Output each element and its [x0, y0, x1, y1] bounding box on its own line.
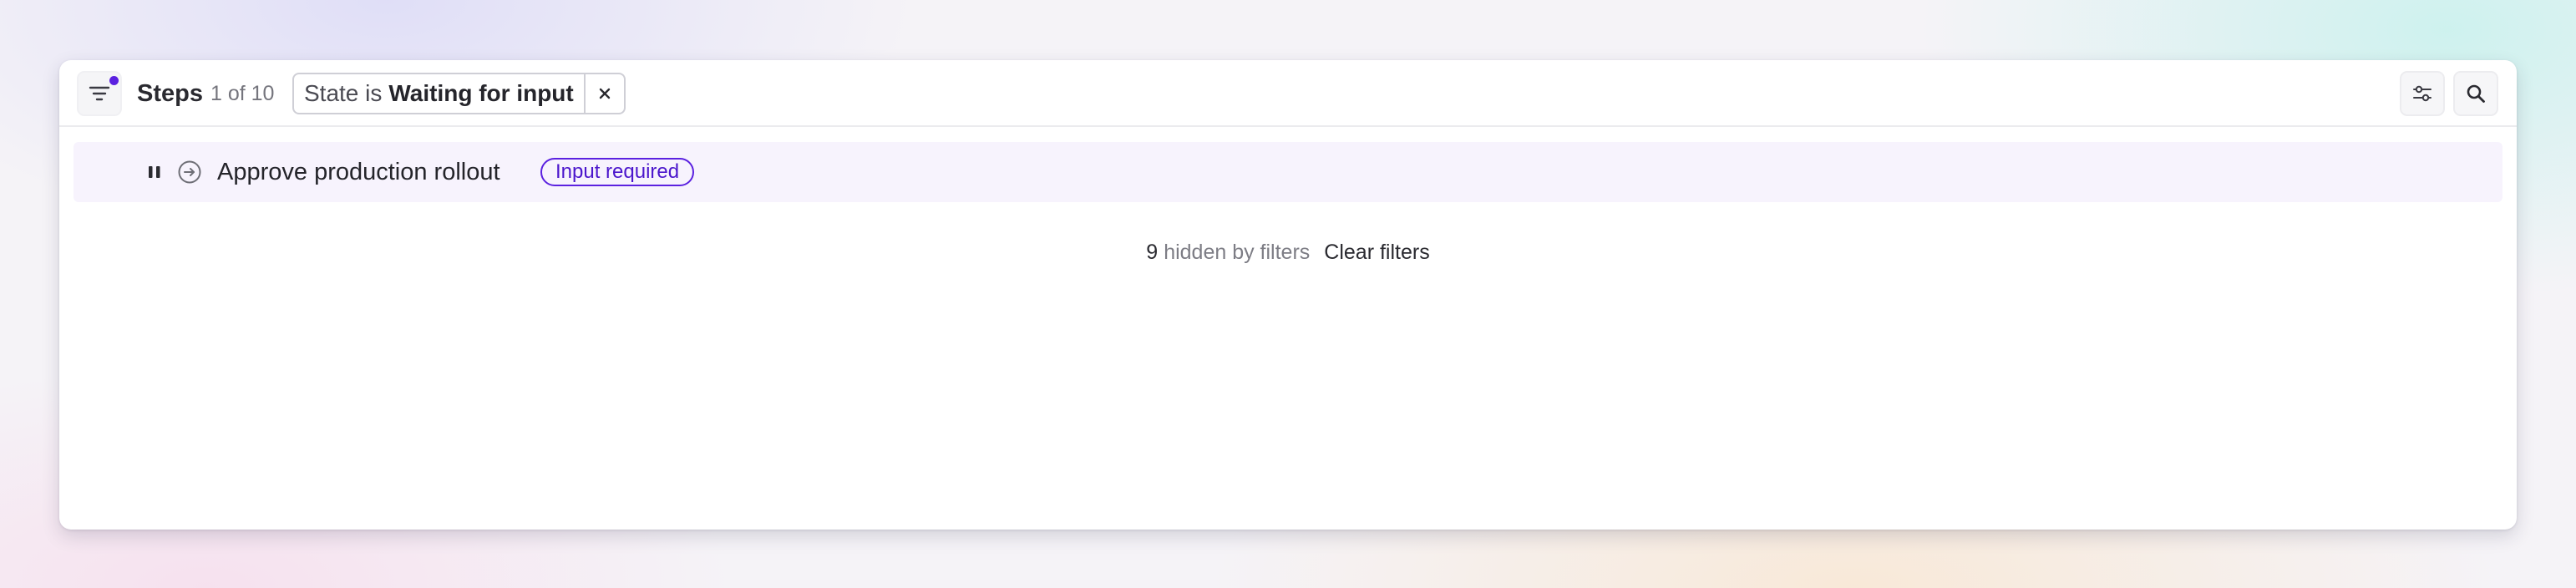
panel-header: Steps 1 of 10 State is Waiting for input: [59, 60, 2517, 127]
search-button[interactable]: [2453, 71, 2498, 116]
filter-button[interactable]: [77, 71, 122, 116]
hidden-steps-summary: 9 hidden by filters Clear filters: [59, 237, 2517, 267]
close-icon: [599, 88, 610, 99]
steps-panel: Steps 1 of 10 State is Waiting for input: [59, 60, 2517, 530]
sliders-icon: [2413, 85, 2431, 102]
filter-chip-field: State is: [304, 80, 383, 106]
arrow-circle-icon: [178, 160, 201, 184]
filter-chip-value: Waiting for input: [388, 80, 574, 106]
filter-chip-label[interactable]: State is Waiting for input: [294, 74, 584, 113]
page-title: Steps: [137, 80, 203, 107]
clear-filters-button[interactable]: Clear filters: [1324, 241, 1429, 265]
display-options-button[interactable]: [2400, 71, 2445, 116]
search-icon: [2467, 84, 2485, 103]
hidden-count: 9: [1146, 240, 1159, 264]
remove-filter-button[interactable]: [583, 74, 624, 113]
step-row[interactable]: Approve production rollout Input require…: [74, 142, 2502, 202]
status-badge: Input required: [540, 158, 695, 186]
filter-icon: [89, 86, 110, 101]
step-name[interactable]: Approve production rollout: [217, 155, 500, 189]
hidden-text: hidden by filters: [1164, 240, 1311, 264]
result-count: 1 of 10: [210, 82, 275, 105]
active-filter-indicator: [109, 76, 119, 85]
filter-chip-state[interactable]: State is Waiting for input: [292, 73, 626, 114]
pause-icon[interactable]: [145, 162, 164, 182]
